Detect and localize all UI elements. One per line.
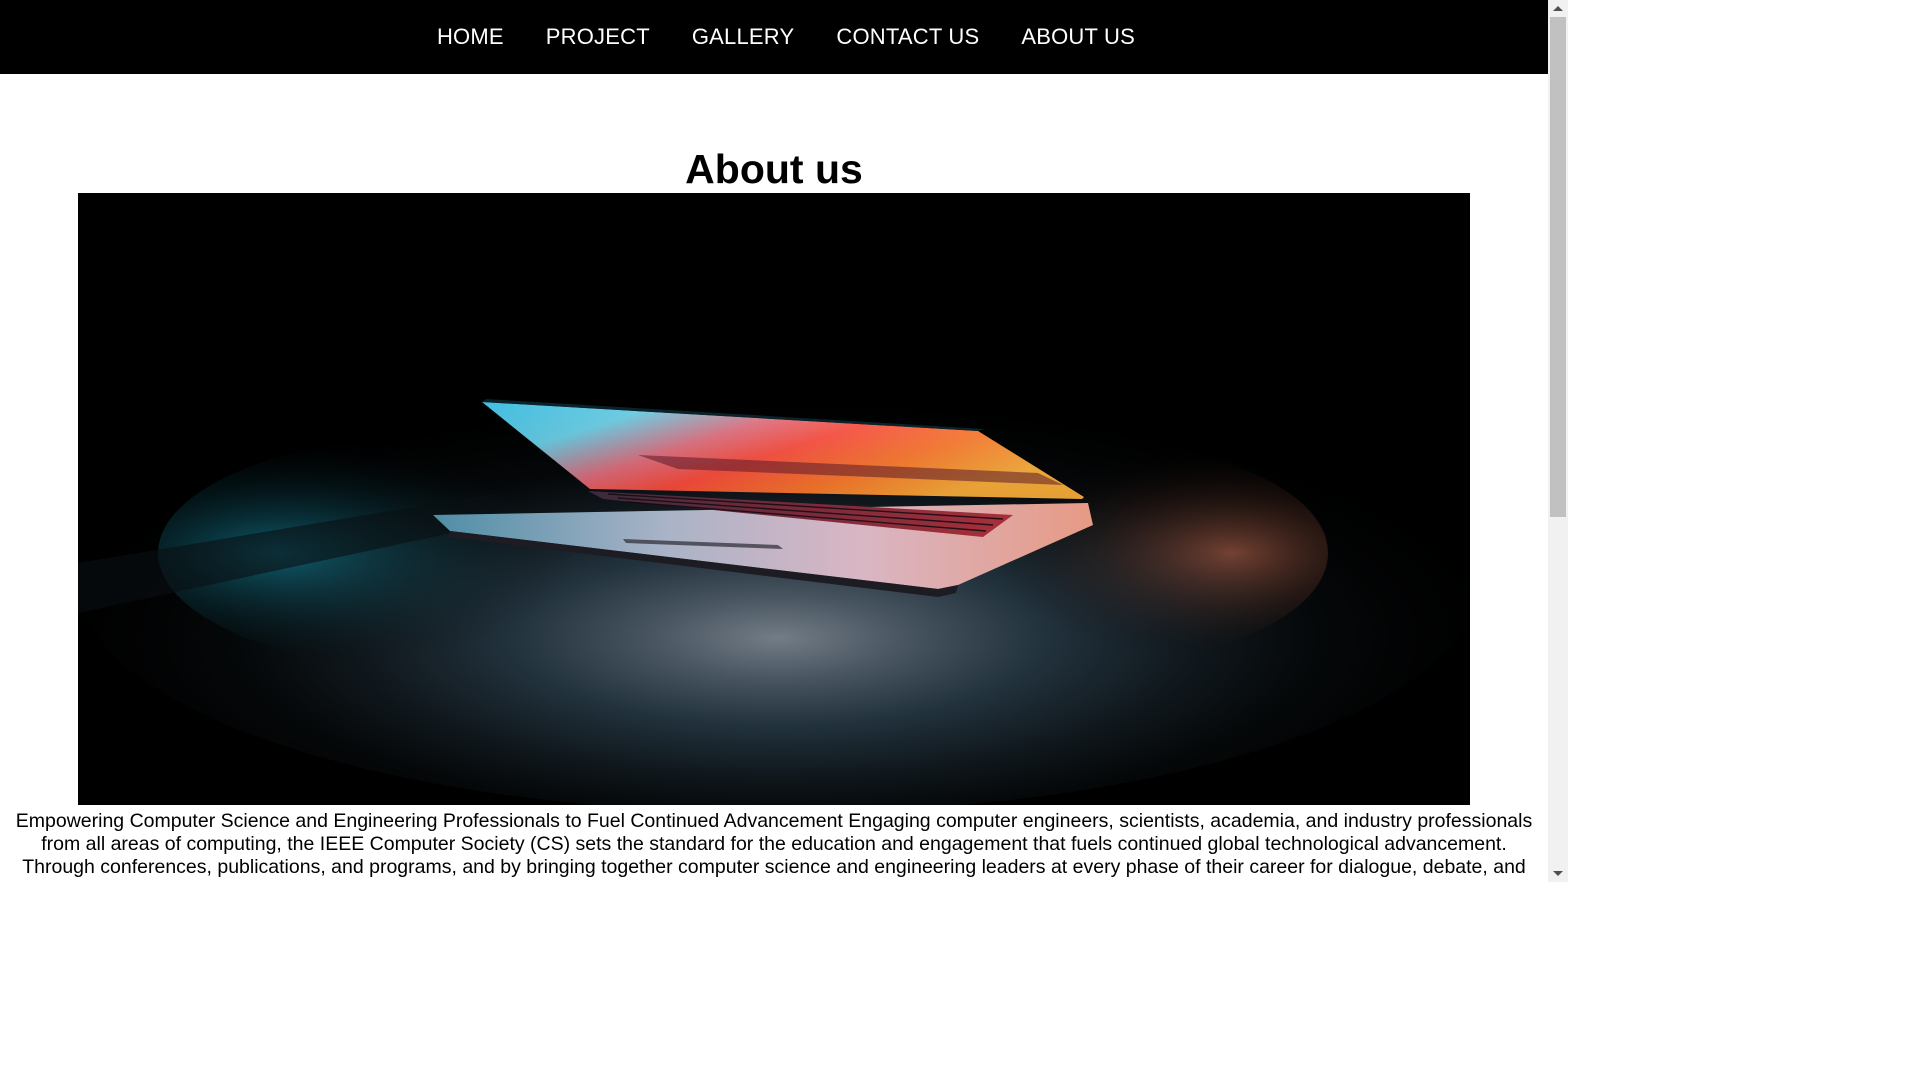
triangle-down-icon: [1553, 871, 1563, 876]
nav-project-link[interactable]: PROJECT: [546, 26, 650, 48]
page-title: About us: [685, 146, 863, 192]
scroll-up-button[interactable]: [1548, 0, 1568, 17]
triangle-up-icon: [1553, 6, 1563, 11]
scroll-down-button[interactable]: [1548, 865, 1568, 882]
hero-image-laptop: [78, 193, 1470, 805]
page-content: HOME PROJECT GALLERY CONTACT US ABOUT US…: [0, 0, 1548, 882]
browser-viewport: HOME PROJECT GALLERY CONTACT US ABOUT US…: [0, 0, 1568, 882]
nav-contact-us-link[interactable]: CONTACT US: [836, 26, 979, 48]
vertical-scrollbar[interactable]: [1548, 0, 1568, 882]
scrollbar-thumb[interactable]: [1550, 17, 1566, 517]
top-navbar: HOME PROJECT GALLERY CONTACT US ABOUT US: [0, 0, 1548, 74]
nav-gallery-link[interactable]: GALLERY: [692, 26, 795, 48]
nav-about-us-link[interactable]: ABOUT US: [1021, 26, 1135, 48]
nav-links: HOME PROJECT GALLERY CONTACT US ABOUT US: [0, 0, 1548, 74]
nav-home-link[interactable]: HOME: [437, 26, 504, 48]
about-description: Empowering Computer Science and Engineer…: [15, 810, 1533, 878]
laptop-illustration: [78, 193, 1470, 805]
